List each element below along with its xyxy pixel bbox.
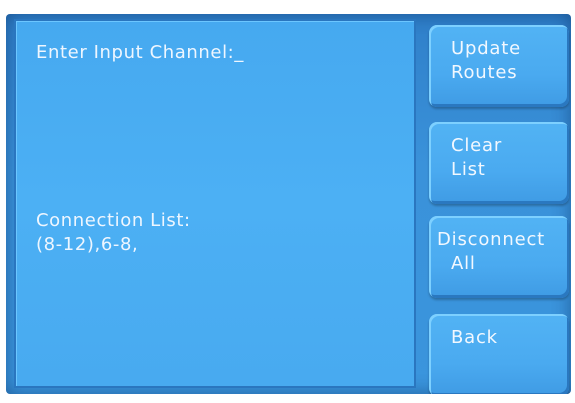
update-routes-label-line2: Routes <box>451 62 518 83</box>
disconnect-all-label-line2: All <box>451 253 476 274</box>
device-bezel: Enter Input Channel:_ Connection List: (… <box>0 0 575 403</box>
input-channel-prompt: Enter Input Channel:_ <box>36 42 244 63</box>
main-display-panel: Enter Input Channel:_ Connection List: (… <box>14 19 416 388</box>
connection-list-value: (8-12),6-8, <box>36 234 139 255</box>
update-routes-button[interactable]: Update Routes <box>429 25 569 107</box>
back-button[interactable]: Back <box>429 314 569 394</box>
touch-screen: Enter Input Channel:_ Connection List: (… <box>6 14 571 394</box>
back-label: Back <box>451 327 498 348</box>
clear-list-button[interactable]: Clear List <box>429 122 569 204</box>
connection-list-label: Connection List: <box>36 210 191 231</box>
disconnect-all-label-line1: Disconnect <box>437 229 545 250</box>
clear-list-label-line1: Clear <box>451 135 503 156</box>
update-routes-label-line1: Update <box>451 38 521 59</box>
disconnect-all-button[interactable]: Disconnect All <box>429 216 569 298</box>
clear-list-label-line2: List <box>451 159 486 180</box>
